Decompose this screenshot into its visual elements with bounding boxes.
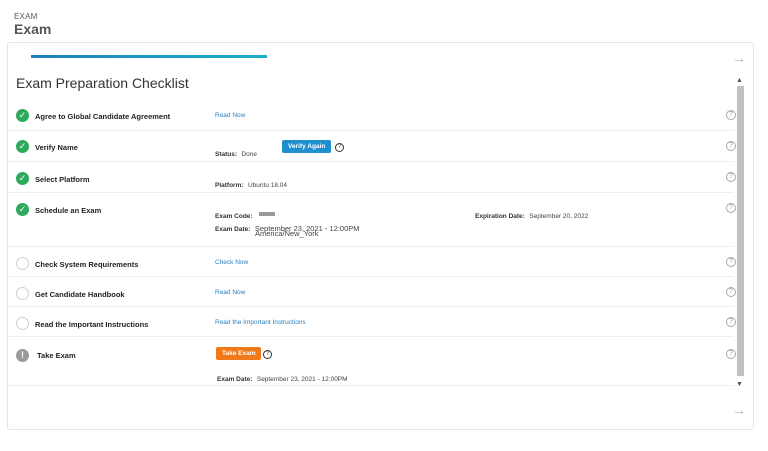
help-icon[interactable]: ? xyxy=(726,349,736,359)
help-icon[interactable]: ? xyxy=(726,317,736,327)
scrollbar-thumb[interactable] xyxy=(737,86,744,376)
checklist-item-label: Take Exam xyxy=(37,351,76,360)
expiration-value: September 20, 2022 xyxy=(529,213,589,220)
read-now-link[interactable]: Read Now xyxy=(215,289,245,296)
redacted-code xyxy=(259,211,276,216)
checklist-item-system-requirements: Check System Requirements Check Now ? xyxy=(8,247,736,277)
checklist-item-label: Read the Important Instructions xyxy=(35,320,149,329)
check-now-link[interactable]: Check Now xyxy=(215,259,248,266)
breadcrumb: EXAM xyxy=(14,12,38,21)
checklist-item-label: Select Platform xyxy=(35,175,90,184)
scroll-up-icon[interactable]: ▲ xyxy=(736,77,743,84)
read-now-link[interactable]: Read Now xyxy=(215,112,245,119)
instructions-link[interactable]: Read the Important Instructions xyxy=(215,319,306,326)
take-exam-button[interactable]: Take Exam xyxy=(216,347,262,360)
next-arrow-icon[interactable]: → xyxy=(732,51,746,65)
progress-bar-fill xyxy=(31,55,267,58)
checklist-title: Exam Preparation Checklist xyxy=(16,75,189,91)
exam-date-label: Exam Date: xyxy=(217,376,253,383)
checklist-rows: ✓ Agree to Global Candidate Agreement Re… xyxy=(8,100,736,386)
help-icon[interactable]: ? xyxy=(726,172,736,182)
platform-info: Platform: Ubuntu 18.04 xyxy=(215,174,287,192)
page-title: Exam xyxy=(14,21,52,37)
help-icon[interactable]: ? xyxy=(726,203,736,213)
warning-icon: ! xyxy=(16,349,29,362)
check-icon: ✓ xyxy=(16,172,29,185)
progress-bar xyxy=(31,55,267,58)
help-icon[interactable]: ? xyxy=(726,141,736,151)
checklist-item-verify-name: ✓ Verify Name Status: Done Verify Again … xyxy=(8,131,736,162)
checklist-item-label: Schedule an Exam xyxy=(35,206,102,215)
help-icon[interactable]: ? xyxy=(726,257,736,267)
next-arrow-icon[interactable]: → xyxy=(732,403,746,417)
checklist-item-take-exam: ! Take Exam Take Exam ? Exam Date: Septe… xyxy=(8,337,736,386)
expiration-label: Expiration Date: xyxy=(475,213,525,220)
check-icon: ✓ xyxy=(16,140,29,153)
help-icon[interactable]: ? xyxy=(726,287,736,297)
checklist-item-handbook: Get Candidate Handbook Read Now ? xyxy=(8,277,736,307)
expiration-date: Expiration Date: September 20, 2022 xyxy=(475,205,588,223)
checklist-item-platform: ✓ Select Platform Platform: Ubuntu 18.04… xyxy=(8,162,736,193)
checklist-item-label: Agree to Global Candidate Agreement xyxy=(35,112,171,121)
platform-label: Platform: xyxy=(215,182,244,189)
verify-again-button[interactable]: Verify Again xyxy=(282,140,332,153)
empty-circle-icon xyxy=(16,287,29,300)
checklist-item-label: Check System Requirements xyxy=(35,260,139,269)
checklist-item-label: Get Candidate Handbook xyxy=(35,290,125,299)
scroll-down-icon[interactable]: ▼ xyxy=(736,381,743,388)
verify-status: Status: Done xyxy=(215,143,257,161)
verify-help-icon[interactable]: ? xyxy=(335,143,344,152)
empty-circle-icon xyxy=(16,317,29,330)
check-icon: ✓ xyxy=(16,203,29,216)
empty-circle-icon xyxy=(16,257,29,270)
platform-value: Ubuntu 18.04 xyxy=(247,182,288,189)
take-exam-help-icon[interactable]: ? xyxy=(263,350,272,359)
checklist-item-agreement: ✓ Agree to Global Candidate Agreement Re… xyxy=(8,100,736,131)
timezone-value: America/New_York xyxy=(255,229,319,238)
checklist-card: → Exam Preparation Checklist ▲ ▼ ✓ Agree… xyxy=(7,42,754,430)
status-value: Done xyxy=(241,151,258,158)
exam-date-value: September 23, 2021 - 12:00PM xyxy=(256,376,348,383)
exam-date-label: Exam Date: xyxy=(215,226,251,233)
checklist-item-label: Verify Name xyxy=(35,143,78,152)
check-icon: ✓ xyxy=(16,109,29,122)
status-label: Status: xyxy=(215,151,238,158)
checklist-item-schedule: ✓ Schedule an Exam Exam Code: Exam Date:… xyxy=(8,193,736,247)
checklist-item-instructions: Read the Important Instructions Read the… xyxy=(8,307,736,337)
take-exam-date: Exam Date: September 23, 2021 - 12:00PM xyxy=(217,368,348,386)
help-icon[interactable]: ? xyxy=(726,110,736,120)
